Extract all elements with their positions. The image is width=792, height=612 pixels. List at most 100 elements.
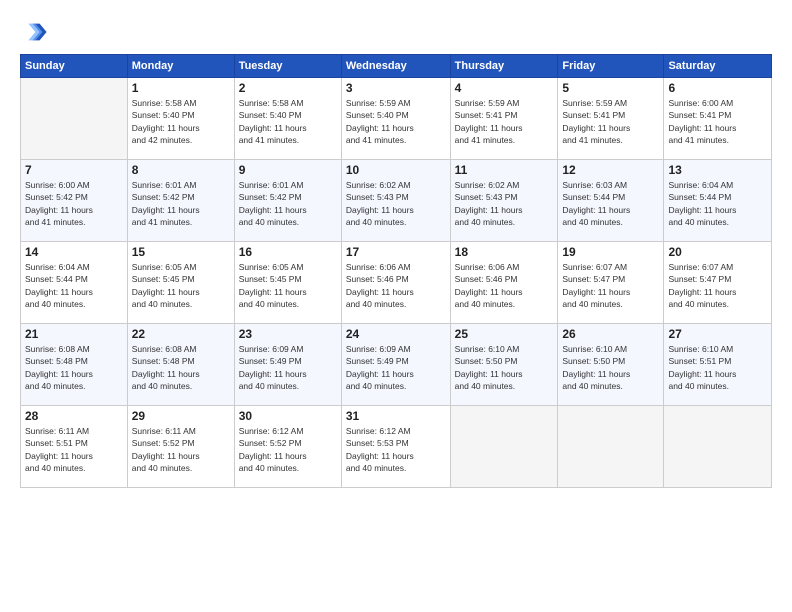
- day-info: Sunrise: 6:07 AM Sunset: 5:47 PM Dayligh…: [562, 261, 659, 310]
- day-info: Sunrise: 6:02 AM Sunset: 5:43 PM Dayligh…: [455, 179, 554, 228]
- week-row-4: 21 Sunrise: 6:08 AM Sunset: 5:48 PM Dayli…: [21, 324, 772, 406]
- day-info: Sunrise: 6:01 AM Sunset: 5:42 PM Dayligh…: [239, 179, 337, 228]
- calendar-cell: 22 Sunrise: 6:08 AM Sunset: 5:48 PM Dayli…: [127, 324, 234, 406]
- day-info: Sunrise: 6:06 AM Sunset: 5:46 PM Dayligh…: [346, 261, 446, 310]
- day-info: Sunrise: 6:09 AM Sunset: 5:49 PM Dayligh…: [346, 343, 446, 392]
- day-number: 5: [562, 81, 659, 95]
- day-number: 20: [668, 245, 767, 259]
- day-number: 4: [455, 81, 554, 95]
- calendar-cell: 28Sunrise: 6:11 AM Sunset: 5:51 PM Dayli…: [21, 406, 128, 488]
- day-number: 11: [455, 163, 554, 177]
- day-number: 14: [25, 245, 123, 259]
- calendar-cell: 23 Sunrise: 6:09 AM Sunset: 5:49 PM Dayli…: [234, 324, 341, 406]
- calendar-cell: 3Sunrise: 5:59 AM Sunset: 5:40 PM Daylig…: [341, 78, 450, 160]
- day-info: Sunrise: 6:10 AM Sunset: 5:50 PM Dayligh…: [455, 343, 554, 392]
- day-number: 2: [239, 81, 337, 95]
- day-number: 7: [25, 163, 123, 177]
- header: [20, 18, 772, 46]
- day-number: 15: [132, 245, 230, 259]
- day-number: 31: [346, 409, 446, 423]
- day-number: 23: [239, 327, 337, 341]
- day-info: Sunrise: 6:07 AM Sunset: 5:47 PM Dayligh…: [668, 261, 767, 310]
- calendar-cell: 6Sunrise: 6:00 AM Sunset: 5:41 PM Daylig…: [664, 78, 772, 160]
- calendar-page: SundayMondayTuesdayWednesdayThursdayFrid…: [0, 0, 792, 612]
- week-row-2: 7 Sunrise: 6:00 AM Sunset: 5:42 PM Daylig…: [21, 160, 772, 242]
- day-number: 30: [239, 409, 337, 423]
- day-number: 25: [455, 327, 554, 341]
- day-info: Sunrise: 5:58 AM Sunset: 5:40 PM Dayligh…: [132, 97, 230, 146]
- day-info: Sunrise: 6:03 AM Sunset: 5:44 PM Dayligh…: [562, 179, 659, 228]
- col-header-saturday: Saturday: [664, 55, 772, 78]
- day-info: Sunrise: 5:59 AM Sunset: 5:40 PM Dayligh…: [346, 97, 446, 146]
- calendar-cell: 17 Sunrise: 6:06 AM Sunset: 5:46 PM Dayli…: [341, 242, 450, 324]
- calendar-cell: 20 Sunrise: 6:07 AM Sunset: 5:47 PM Dayli…: [664, 242, 772, 324]
- calendar-cell: 26 Sunrise: 6:10 AM Sunset: 5:50 PM Dayli…: [558, 324, 664, 406]
- col-header-wednesday: Wednesday: [341, 55, 450, 78]
- calendar-cell: 15Sunrise: 6:05 AM Sunset: 5:45 PM Dayli…: [127, 242, 234, 324]
- calendar-cell: [664, 406, 772, 488]
- day-info: Sunrise: 6:02 AM Sunset: 5:43 PM Dayligh…: [346, 179, 446, 228]
- col-header-tuesday: Tuesday: [234, 55, 341, 78]
- day-number: 21: [25, 327, 123, 341]
- calendar-cell: 7 Sunrise: 6:00 AM Sunset: 5:42 PM Daylig…: [21, 160, 128, 242]
- calendar-cell: 18 Sunrise: 6:06 AM Sunset: 5:46 PM Dayli…: [450, 242, 558, 324]
- day-info: Sunrise: 6:00 AM Sunset: 5:41 PM Dayligh…: [668, 97, 767, 146]
- calendar-cell: 30 Sunrise: 6:12 AM Sunset: 5:52 PM Dayli…: [234, 406, 341, 488]
- calendar-cell: 8Sunrise: 6:01 AM Sunset: 5:42 PM Daylig…: [127, 160, 234, 242]
- day-info: Sunrise: 6:11 AM Sunset: 5:52 PM Dayligh…: [132, 425, 230, 474]
- day-info: Sunrise: 6:11 AM Sunset: 5:51 PM Dayligh…: [25, 425, 123, 474]
- day-number: 18: [455, 245, 554, 259]
- calendar-cell: [450, 406, 558, 488]
- day-info: Sunrise: 6:06 AM Sunset: 5:46 PM Dayligh…: [455, 261, 554, 310]
- calendar-cell: [21, 78, 128, 160]
- week-row-5: 28Sunrise: 6:11 AM Sunset: 5:51 PM Dayli…: [21, 406, 772, 488]
- day-info: Sunrise: 6:12 AM Sunset: 5:52 PM Dayligh…: [239, 425, 337, 474]
- calendar-cell: 12 Sunrise: 6:03 AM Sunset: 5:44 PM Dayli…: [558, 160, 664, 242]
- calendar-cell: 9 Sunrise: 6:01 AM Sunset: 5:42 PM Daylig…: [234, 160, 341, 242]
- calendar-cell: 19 Sunrise: 6:07 AM Sunset: 5:47 PM Dayli…: [558, 242, 664, 324]
- calendar-cell: 13 Sunrise: 6:04 AM Sunset: 5:44 PM Dayli…: [664, 160, 772, 242]
- day-number: 16: [239, 245, 337, 259]
- day-number: 17: [346, 245, 446, 259]
- day-info: Sunrise: 6:04 AM Sunset: 5:44 PM Dayligh…: [668, 179, 767, 228]
- day-number: 1: [132, 81, 230, 95]
- calendar-cell: 4Sunrise: 5:59 AM Sunset: 5:41 PM Daylig…: [450, 78, 558, 160]
- day-info: Sunrise: 6:12 AM Sunset: 5:53 PM Dayligh…: [346, 425, 446, 474]
- calendar-cell: 31 Sunrise: 6:12 AM Sunset: 5:53 PM Dayli…: [341, 406, 450, 488]
- day-info: Sunrise: 6:08 AM Sunset: 5:48 PM Dayligh…: [132, 343, 230, 392]
- day-number: 29: [132, 409, 230, 423]
- logo: [20, 18, 50, 46]
- calendar-cell: 14 Sunrise: 6:04 AM Sunset: 5:44 PM Dayli…: [21, 242, 128, 324]
- header-row: SundayMondayTuesdayWednesdayThursdayFrid…: [21, 55, 772, 78]
- day-info: Sunrise: 6:09 AM Sunset: 5:49 PM Dayligh…: [239, 343, 337, 392]
- col-header-friday: Friday: [558, 55, 664, 78]
- calendar-cell: 25 Sunrise: 6:10 AM Sunset: 5:50 PM Dayli…: [450, 324, 558, 406]
- day-info: Sunrise: 6:01 AM Sunset: 5:42 PM Dayligh…: [132, 179, 230, 228]
- day-number: 24: [346, 327, 446, 341]
- day-number: 10: [346, 163, 446, 177]
- day-number: 9: [239, 163, 337, 177]
- calendar-cell: 5 Sunrise: 5:59 AM Sunset: 5:41 PM Daylig…: [558, 78, 664, 160]
- day-number: 26: [562, 327, 659, 341]
- calendar-cell: 21 Sunrise: 6:08 AM Sunset: 5:48 PM Dayli…: [21, 324, 128, 406]
- day-info: Sunrise: 5:59 AM Sunset: 5:41 PM Dayligh…: [562, 97, 659, 146]
- calendar-cell: 10 Sunrise: 6:02 AM Sunset: 5:43 PM Dayli…: [341, 160, 450, 242]
- week-row-1: 1 Sunrise: 5:58 AM Sunset: 5:40 PM Daylig…: [21, 78, 772, 160]
- calendar-table: SundayMondayTuesdayWednesdayThursdayFrid…: [20, 54, 772, 488]
- day-number: 13: [668, 163, 767, 177]
- logo-icon: [20, 18, 48, 46]
- day-number: 12: [562, 163, 659, 177]
- day-info: Sunrise: 6:04 AM Sunset: 5:44 PM Dayligh…: [25, 261, 123, 310]
- day-info: Sunrise: 6:08 AM Sunset: 5:48 PM Dayligh…: [25, 343, 123, 392]
- day-info: Sunrise: 6:00 AM Sunset: 5:42 PM Dayligh…: [25, 179, 123, 228]
- day-number: 19: [562, 245, 659, 259]
- day-info: Sunrise: 6:10 AM Sunset: 5:50 PM Dayligh…: [562, 343, 659, 392]
- calendar-cell: 11 Sunrise: 6:02 AM Sunset: 5:43 PM Dayli…: [450, 160, 558, 242]
- week-row-3: 14 Sunrise: 6:04 AM Sunset: 5:44 PM Dayli…: [21, 242, 772, 324]
- calendar-cell: 1 Sunrise: 5:58 AM Sunset: 5:40 PM Daylig…: [127, 78, 234, 160]
- calendar-cell: 27Sunrise: 6:10 AM Sunset: 5:51 PM Dayli…: [664, 324, 772, 406]
- day-number: 22: [132, 327, 230, 341]
- col-header-monday: Monday: [127, 55, 234, 78]
- calendar-cell: 29 Sunrise: 6:11 AM Sunset: 5:52 PM Dayli…: [127, 406, 234, 488]
- calendar-cell: 2Sunrise: 5:58 AM Sunset: 5:40 PM Daylig…: [234, 78, 341, 160]
